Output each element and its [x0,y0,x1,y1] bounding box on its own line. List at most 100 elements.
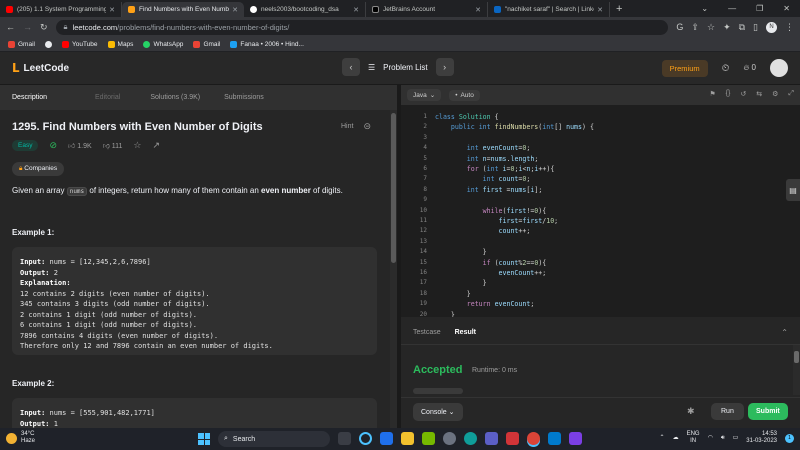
fullscreen-icon[interactable]: ⤢ [788,90,794,98]
tab-solutions[interactable]: Solutions (3.9K) [132,85,212,110]
minimize-icon[interactable]: — [728,4,736,13]
url-input[interactable]: 🔒︎ leetcode.com/problems/find-numbers-wi… [55,19,669,35]
console-button[interactable]: Console ⌄ [413,403,463,421]
like-button[interactable]: 👍︎ 1.9K [68,141,92,150]
close-icon[interactable]: ✕ [353,6,359,14]
bookmark-youtube[interactable]: YouTube [61,40,98,48]
bookmark-gmail-2[interactable]: Gmail [193,40,220,48]
chrome-icon[interactable] [527,432,540,445]
mail-icon[interactable] [380,432,393,445]
streak-counter[interactable]: 🔥︎ 0 [743,63,756,73]
profile-avatar[interactable]: N [766,21,777,33]
app-icon[interactable] [506,432,519,445]
new-tab-button[interactable]: + [616,2,622,17]
explorer-icon[interactable] [401,432,414,445]
close-icon[interactable]: ✕ [475,6,481,14]
forward-icon[interactable]: → [23,22,32,32]
tab-search-icon[interactable]: ⌄ [701,4,708,13]
tab-description[interactable]: Description [12,85,59,110]
close-window-icon[interactable]: ✕ [783,4,790,13]
edge-icon[interactable] [464,432,477,445]
taskbar-search[interactable]: ⌕ Search [218,431,330,447]
code-line: int first =nums[i]; [466,185,543,194]
close-icon[interactable]: ✕ [597,6,603,14]
notification-icon[interactable]: 1 [785,433,794,443]
premium-button[interactable]: Premium [661,59,708,77]
browser-tab[interactable]: (205) 1.1 System Programming h ✕ [0,2,122,17]
hint-button[interactable]: Hint [341,123,353,130]
browser-tab-active[interactable]: Find Numbers with Even Number ✕ [122,2,244,17]
share-icon[interactable]: ⇪ [691,22,699,33]
tab-testcase[interactable]: Testcase [413,329,441,336]
reset-icon[interactable]: ↺ [740,90,746,98]
lock-icon: 🔒︎ [19,165,23,172]
code-editor[interactable]: 1 2 3 4 5 6 7 8 9 10 11 12 13 14 15 16 1… [401,109,800,317]
dislike-button[interactable]: 👎︎ 111 [103,141,123,150]
braces-icon[interactable]: {} [726,90,731,98]
volume-icon[interactable]: 🔊︎ [721,435,725,442]
task-view-icon[interactable] [338,432,351,445]
scrollbar-thumb[interactable] [794,351,799,363]
menu-kebab-icon[interactable]: ⋮ [785,22,794,33]
share-icon[interactable]: ↗ [152,140,160,151]
hint-area: Hint ⊝ [341,121,371,132]
sidebar-icon[interactable]: ▯ [753,22,758,33]
bookmark-maps[interactable]: Maps [107,40,133,48]
clock[interactable]: 14:53 31-03-2023 [746,431,777,445]
close-icon[interactable]: ✕ [232,6,238,14]
scrollbar-thumb[interactable] [391,113,396,263]
prev-problem-button[interactable]: ‹ [342,58,360,76]
tab-submissions[interactable]: Submissions [212,85,276,110]
sync-icon[interactable]: ⇆ [756,90,762,98]
language-indicator[interactable]: ENG IN [687,431,700,445]
weather-widget[interactable]: 34°C Haze [6,431,35,445]
media-icon[interactable] [485,432,498,445]
close-icon[interactable]: ✕ [109,6,115,14]
companies-tag[interactable]: 🔒︎ Companies [12,162,65,176]
browser-tab[interactable]: JetBrains Account ✕ [366,2,488,17]
chevron-up-icon[interactable]: ⌃ [660,435,665,442]
favorite-star-icon[interactable]: ☆ [133,140,141,151]
timer-icon[interactable]: ⏲ [722,63,730,74]
auto-mode-toggle[interactable]: • Auto [449,89,480,101]
next-problem-button[interactable]: › [435,58,454,76]
code-line: int count=0; [482,175,531,184]
bookmark-whatsapp[interactable]: WhatsApp [143,40,183,48]
extension-icon[interactable]: ✦ [723,22,731,33]
companies-label: Companies [24,165,58,172]
bookmark-fanaa[interactable]: Fanaa • 2006 • Hind... [230,40,304,48]
windows-start-icon[interactable] [198,433,210,445]
back-icon[interactable]: ← [6,22,15,32]
submit-button[interactable]: Submit [748,403,788,420]
leetcode-logo[interactable]: ᒪ LeetCode [12,61,69,75]
collapse-icon[interactable]: ⌃ [781,328,788,337]
tab-result[interactable]: Result [455,329,476,336]
nvidia-icon[interactable] [422,432,435,445]
vscode-icon[interactable] [548,432,561,445]
bookmark-star-icon[interactable]: ☆ [707,22,715,33]
bookmark-icon[interactable]: ⚑ [709,90,715,98]
reload-icon[interactable]: ↻ [40,22,48,33]
jetbrains-icon[interactable] [569,432,582,445]
extensions-puzzle-icon[interactable]: ⧉ [739,22,745,33]
bookmark-gmail[interactable]: Gmail [8,40,35,48]
user-avatar[interactable] [770,59,788,77]
cloud-icon[interactable]: ☁ [673,435,679,442]
settings-gear-icon[interactable] [443,432,456,445]
language-select[interactable]: Java ⌄ [407,89,442,101]
google-icon[interactable]: G [676,22,683,32]
cortana-icon[interactable] [359,432,372,445]
maximize-icon[interactable]: ❐ [756,4,763,13]
notes-icon[interactable]: ▤ [786,179,800,201]
tab-editorial[interactable]: Editorial [59,85,132,110]
debug-icon[interactable]: ✱ [687,406,695,417]
problem-list-link[interactable]: Problem List [383,63,427,72]
wifi-icon[interactable]: ◠ [708,435,713,442]
battery-icon[interactable]: ▭ [733,435,739,442]
settings-icon[interactable]: ⚙ [772,90,778,98]
run-button[interactable]: Run [711,403,744,420]
browser-tab[interactable]: "nachiket saraf" | Search | Linked ✕ [488,2,610,17]
info-icon[interactable]: ⊝ [363,121,371,132]
browser-tab[interactable]: neels2003/bootcoding_dsa ✕ [244,2,366,17]
bookmark-web[interactable] [44,40,52,48]
